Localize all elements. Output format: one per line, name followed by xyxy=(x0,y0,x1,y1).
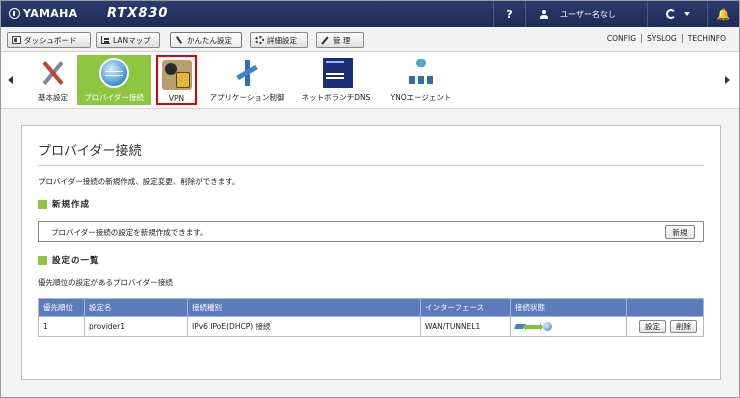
bell-icon: 🔔 xyxy=(716,7,731,21)
col-type: 接続種別 xyxy=(187,298,421,317)
yamaha-mark-icon xyxy=(9,8,20,19)
config-link[interactable]: CONFIG xyxy=(602,34,641,43)
tab-management[interactable]: 管 理 xyxy=(316,32,364,48)
scroll-left-icon[interactable] xyxy=(8,76,13,84)
table-header-row: 優先順位 設定名 接続種別 インターフェース 接続状態 xyxy=(38,298,704,317)
wrench-icon xyxy=(321,36,330,44)
col-priority: 優先順位 xyxy=(38,298,85,317)
notification-button[interactable]: 🔔 xyxy=(707,1,739,27)
bidirectional-arrow-icon xyxy=(523,322,543,331)
cell-type: IPv6 IPoE(DHCP) 接続 xyxy=(187,316,421,337)
cell-name: provider1 xyxy=(84,316,188,337)
col-name: 設定名 xyxy=(84,298,188,317)
chevron-down-icon xyxy=(683,12,690,16)
title-divider xyxy=(38,165,704,166)
cell-interface: WAN/TUNNEL1 xyxy=(420,316,511,337)
top-bar: YAMAHA RTX830 ? ユーザー名なし 🔔 xyxy=(1,1,739,27)
page-title: プロバイダー接続 xyxy=(38,144,142,159)
page-description: プロバイダー接続の新規作成、設定変更、削除ができます。 xyxy=(38,177,240,186)
delete-button[interactable]: 削除 xyxy=(670,320,697,333)
loading-icon xyxy=(665,9,676,19)
tool-basic-settings[interactable]: 基本設定 xyxy=(31,55,75,105)
provider-table: 優先順位 設定名 接続種別 インターフェース 接続状態 1 provider1 … xyxy=(38,298,704,337)
scroll-right-icon[interactable] xyxy=(725,76,730,84)
tool-yno-agent[interactable]: YNOエージェント xyxy=(383,55,459,105)
col-actions xyxy=(626,298,704,317)
syslog-link[interactable]: SYSLOG xyxy=(641,34,682,43)
tool-provider-connection[interactable]: プロバイダー接続 xyxy=(77,55,151,105)
user-menu[interactable]: ユーザー名なし xyxy=(525,1,647,27)
table-row: 1 provider1 IPv6 IPoE(DHCP) 接続 WAN/TUNNE… xyxy=(38,316,704,337)
tool-netvolante-dns[interactable]: ネットボランチDNS xyxy=(297,55,375,105)
gear-icon xyxy=(255,36,264,44)
globe-icon xyxy=(543,322,552,331)
lan-map-icon xyxy=(101,36,110,44)
col-status: 接続状態 xyxy=(510,298,627,317)
tool-application-control[interactable]: アプリケーション制御 xyxy=(203,55,291,105)
ddns-service-icon xyxy=(322,58,353,88)
tab-advanced-settings[interactable]: 詳細設定 xyxy=(250,32,308,48)
main-content: プロバイダー接続 プロバイダー接続の新規作成、設定変更、削除ができます。 新規作… xyxy=(1,109,739,397)
list-section-heading: 設定の一覧 xyxy=(38,254,100,266)
cell-actions: 設定 削除 xyxy=(626,316,704,337)
yno-agent-icon xyxy=(406,58,436,88)
new-section-text: プロバイダー接続の設定を新規作成できます。 xyxy=(51,228,208,237)
provider-panel: プロバイダー接続 プロバイダー接続の新規作成、設定変更、削除ができます。 新規作… xyxy=(21,125,721,380)
model-name: RTX830 xyxy=(107,6,169,21)
cell-priority: 1 xyxy=(38,316,85,337)
dashboard-icon xyxy=(12,36,21,44)
connection-status-icon xyxy=(514,322,626,331)
section-marker-icon xyxy=(38,255,47,265)
techinfo-link[interactable]: TECHINFO xyxy=(681,34,731,43)
app-control-icon xyxy=(232,58,262,88)
new-section-box: プロバイダー接続の設定を新規作成できます。 新規 xyxy=(38,221,704,242)
list-subtitle: 優先順位の設定があるプロバイダー接続 xyxy=(38,278,173,287)
col-interface: インターフェース xyxy=(420,298,511,317)
globe-icon xyxy=(99,58,129,88)
feature-toolbar: 基本設定 プロバイダー接続 VPN アプリケーション制御 ネットボランチDNS … xyxy=(1,52,739,109)
vpn-lock-icon xyxy=(161,60,192,90)
tab-dashboard[interactable]: ダッシュボード xyxy=(7,32,91,48)
menu-bar: ダッシュボード LANマップ かんたん設定 詳細設定 管 理 CONFIG SY… xyxy=(1,27,739,52)
tab-lan-map[interactable]: LANマップ xyxy=(96,32,160,48)
edit-button[interactable]: 設定 xyxy=(639,320,666,333)
wizard-icon xyxy=(175,36,184,44)
tab-easy-setup[interactable]: かんたん設定 xyxy=(170,32,242,48)
help-button[interactable]: ? xyxy=(493,1,525,27)
status-dropdown[interactable] xyxy=(647,1,707,27)
header-links: CONFIG SYSLOG TECHINFO xyxy=(602,34,731,43)
section-marker-icon xyxy=(38,199,47,209)
yamaha-logo: YAMAHA xyxy=(9,7,77,20)
new-section-heading: 新規作成 xyxy=(38,198,90,210)
tool-vpn[interactable]: VPN xyxy=(156,55,197,105)
cell-status xyxy=(510,316,627,337)
new-button[interactable]: 新規 xyxy=(665,225,695,239)
user-icon xyxy=(540,9,548,19)
tools-icon xyxy=(38,58,68,88)
